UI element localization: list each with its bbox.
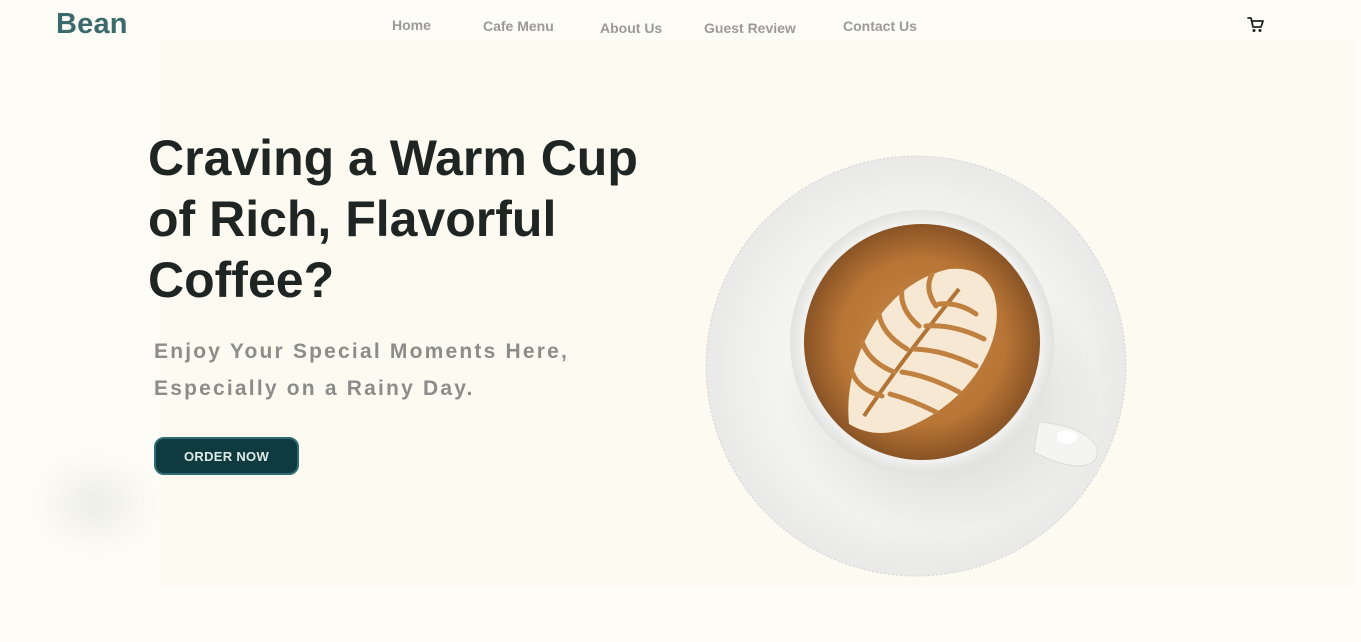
hero-headline-line-1: Craving a Warm Cup [148,130,638,186]
cart-icon[interactable] [1246,16,1266,34]
hero-headline: Craving a Warm Cup of Rich, Flavorful Co… [148,128,688,311]
nav-link-home[interactable]: Home [392,17,431,33]
nav-link-about-us[interactable]: About Us [600,20,662,36]
nav-link-contact-us[interactable]: Contact Us [843,18,917,34]
latte-cup-icon [704,154,1128,578]
brand-logo[interactable]: Bean [56,8,128,41]
coffee-beans-decoration [28,448,163,560]
order-now-button[interactable]: ORDER NOW [154,437,299,475]
hero-headline-line-3: Coffee? [148,252,335,308]
nav-link-cafe-menu[interactable]: Cafe Menu [483,18,554,34]
landing-page: Bean Home Cafe Menu About Us Guest Revie… [0,0,1361,642]
nav-link-guest-review[interactable]: Guest Review [704,20,796,36]
hero-subline-1: Enjoy Your Special Moments Here, [154,340,570,363]
hero-subline-2: Especially on a Rainy Day. [154,377,475,400]
hero-headline-line-2: of Rich, Flavorful [148,191,557,247]
